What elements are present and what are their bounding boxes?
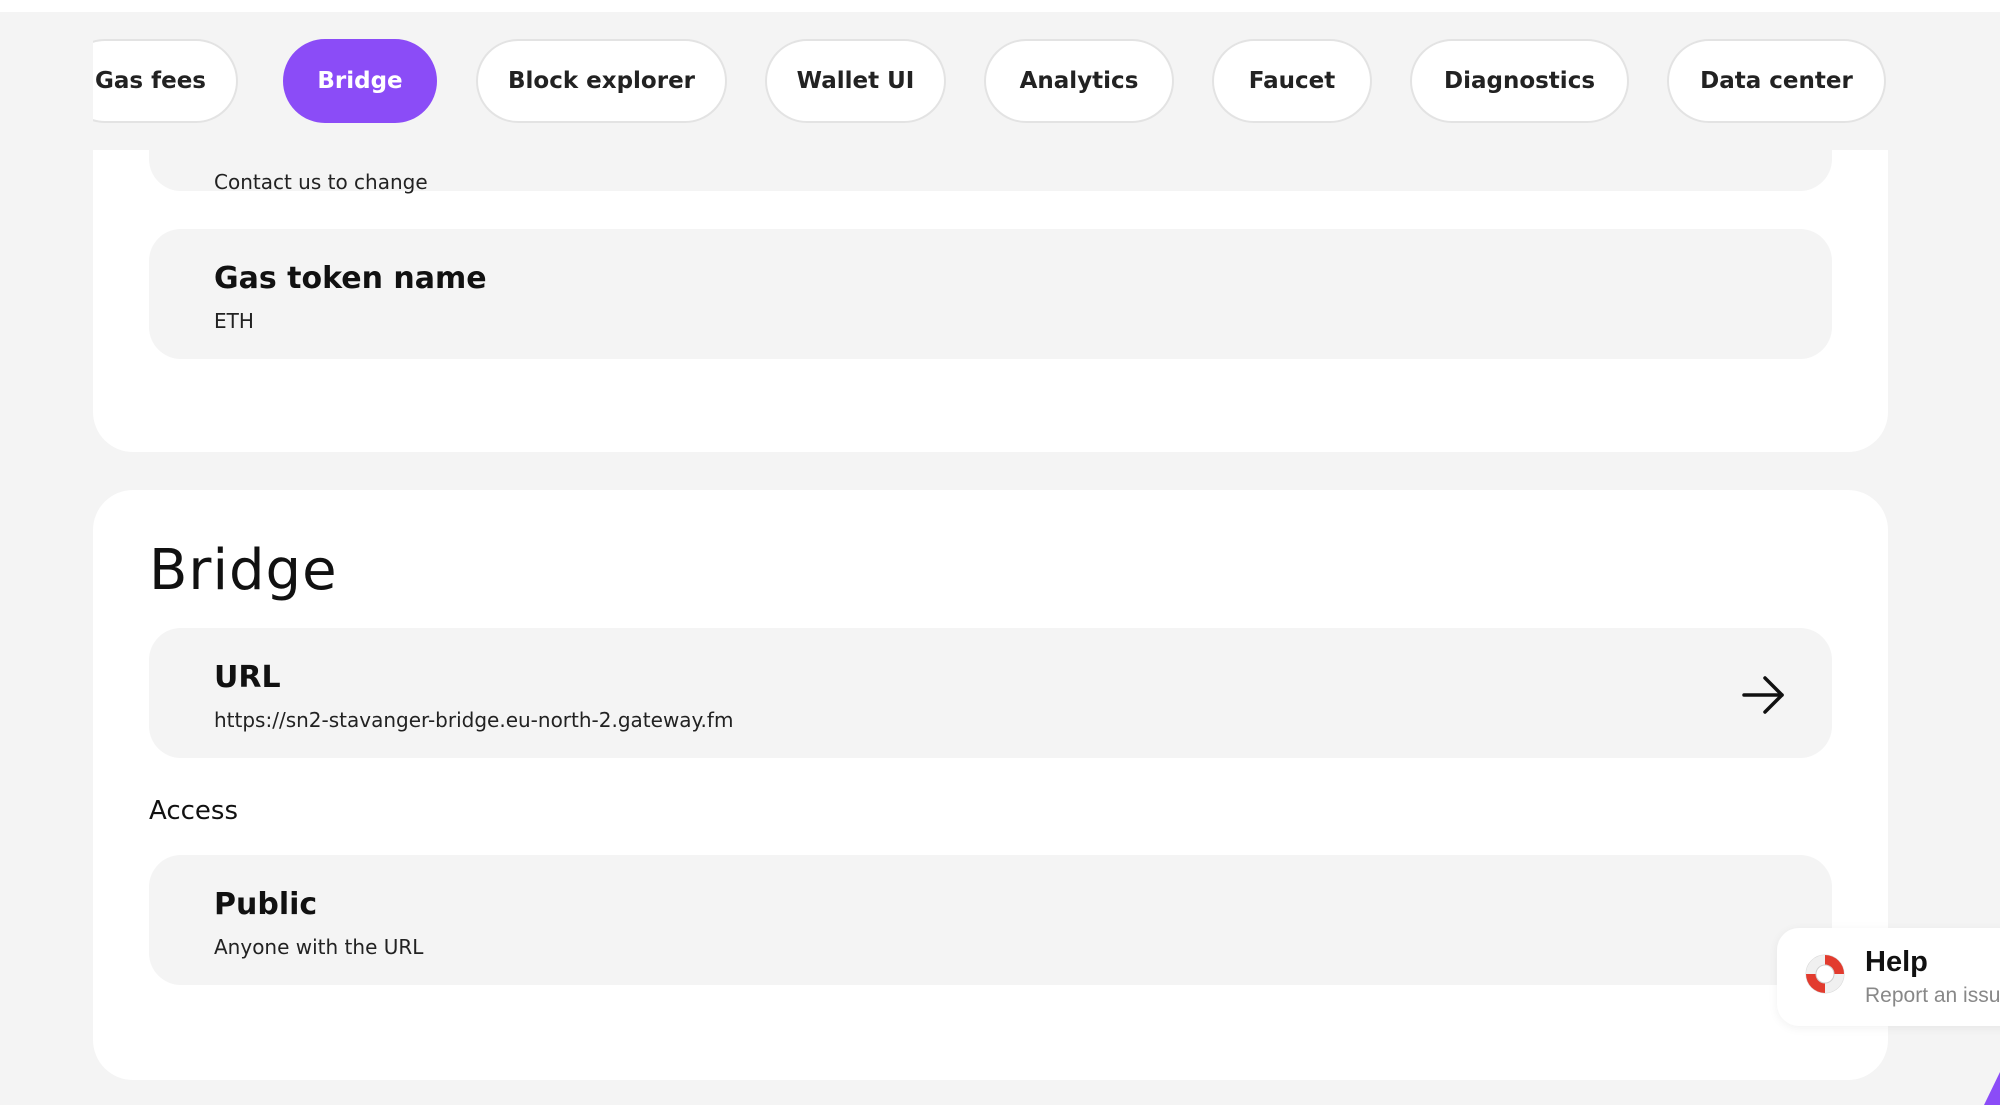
contact-row-subtitle: Contact us to change [214, 170, 428, 194]
tab-data-center[interactable]: Data center [1667, 39, 1886, 123]
bridge-url-title: URL [214, 660, 281, 695]
top-strip [0, 0, 2000, 12]
access-value: Anyone with the URL [214, 935, 424, 959]
help-title: Help [1865, 946, 1928, 978]
help-subtitle: Report an issue [1865, 984, 2000, 1007]
lifebuoy-icon [1805, 954, 1845, 994]
bridge-url-value: https://sn2-stavanger-bridge.eu-north-2.… [214, 708, 734, 732]
tab-analytics[interactable]: Analytics [984, 39, 1174, 123]
bridge-heading: Bridge [149, 538, 338, 603]
bridge-url-row[interactable]: URL https://sn2-stavanger-bridge.eu-nort… [149, 628, 1832, 758]
gas-token-row: Gas token name ETH [149, 229, 1832, 359]
tab-diagnostics[interactable]: Diagnostics [1410, 39, 1629, 123]
corner-accent-shape [1984, 1072, 2000, 1105]
tab-faucet[interactable]: Faucet [1212, 39, 1372, 123]
access-label: Access [149, 796, 239, 826]
tab-gas-fees[interactable]: Gas fees [93, 39, 238, 123]
bridge-card: Bridge URL https://sn2-stavanger-bridge.… [93, 490, 1888, 1080]
tab-wallet-ui[interactable]: Wallet UI [765, 39, 946, 123]
gas-token-title: Gas token name [214, 261, 487, 296]
access-title: Public [214, 887, 318, 922]
section-tabs: Gas fees Bridge Block explorer Wallet UI… [93, 12, 1888, 150]
access-public-row: Public Anyone with the URL [149, 855, 1832, 985]
help-widget[interactable]: Help Report an issue [1777, 928, 2000, 1026]
tab-bridge[interactable]: Bridge [283, 39, 437, 123]
tab-block-explorer[interactable]: Block explorer [476, 39, 727, 123]
gas-token-value: ETH [214, 309, 254, 333]
arrow-right-icon[interactable] [1741, 673, 1787, 717]
